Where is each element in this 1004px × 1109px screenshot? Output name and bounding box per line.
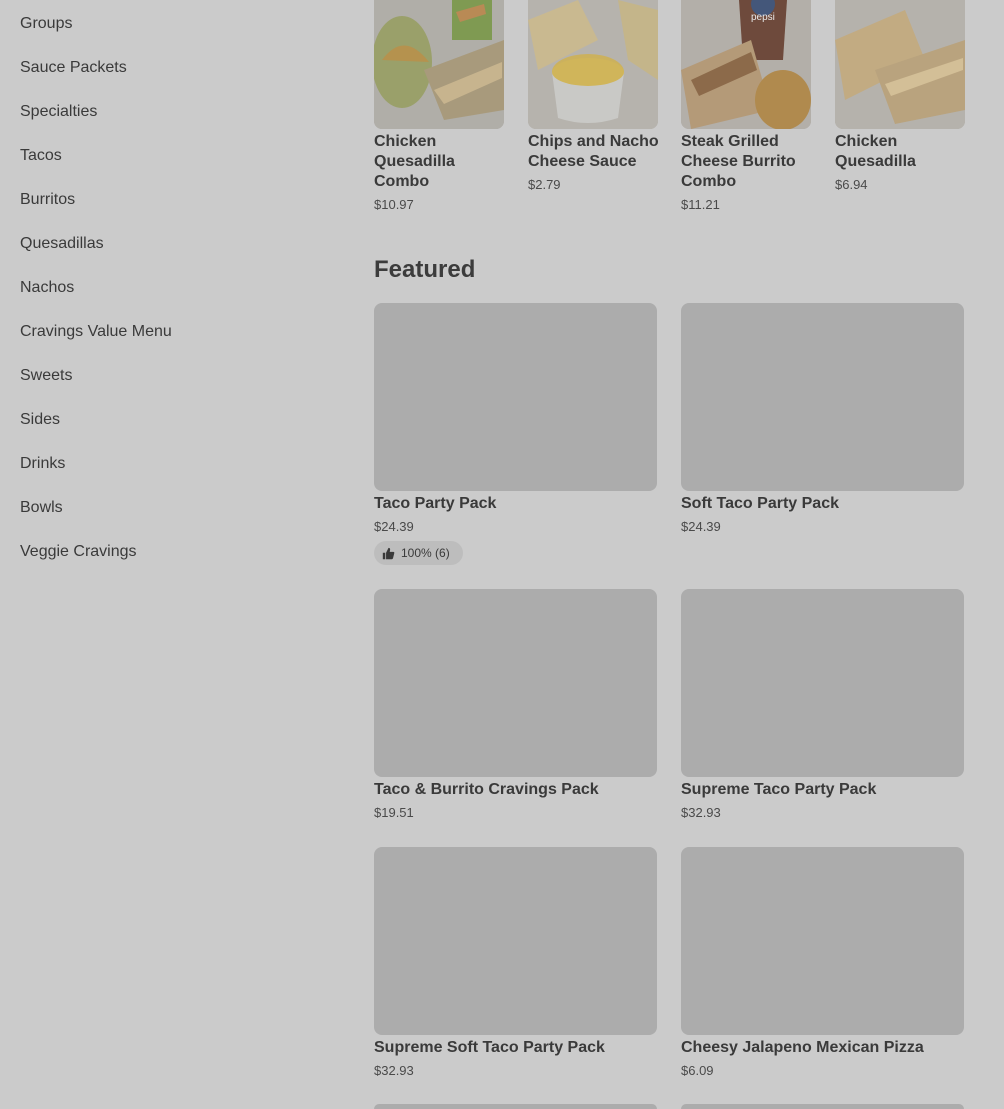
product-price: $24.39 (681, 519, 721, 534)
chicken-quesadilla-illustration (835, 0, 965, 129)
steak-burrito-combo-illustration: pepsi (681, 0, 811, 129)
product-image-placeholder[interactable] (374, 303, 657, 491)
product-name[interactable]: Cheesy Jalapeno Mexican Pizza (681, 1038, 924, 1058)
product-price: $6.09 (681, 1063, 714, 1078)
sidebar-item-bowls[interactable]: Bowls (20, 496, 63, 520)
rating-text: 100% (6) (401, 546, 450, 560)
sidebar-item-specialties[interactable]: Specialties (20, 100, 97, 124)
sidebar-item-tacos[interactable]: Tacos (20, 144, 62, 168)
sidebar-item-veggie-cravings[interactable]: Veggie Cravings (20, 540, 137, 564)
product-image-placeholder[interactable] (681, 847, 964, 1035)
product-name[interactable]: Supreme Taco Party Pack (681, 780, 876, 800)
carousel-item-name[interactable]: Chicken Quesadilla Combo (374, 132, 484, 192)
product-price: $19.51 (374, 805, 414, 820)
product-name[interactable]: Taco & Burrito Cravings Pack (374, 780, 599, 800)
product-name[interactable]: Supreme Soft Taco Party Pack (374, 1038, 605, 1058)
chicken-quesadilla-image[interactable] (835, 0, 965, 129)
product-image-placeholder[interactable] (681, 303, 964, 491)
product-name[interactable]: Soft Taco Party Pack (681, 494, 839, 514)
sidebar-item-drinks[interactable]: Drinks (20, 452, 65, 476)
sidebar-item-nachos[interactable]: Nachos (20, 276, 74, 300)
pepsi-cup-text: pepsi (751, 12, 775, 23)
featured-section-title: Featured (374, 256, 476, 283)
carousel-item-price: $6.94 (835, 177, 868, 192)
steak-burrito-combo-image[interactable]: pepsi (681, 0, 811, 129)
carousel-item-name[interactable]: Chicken Quesadilla (835, 132, 945, 172)
product-image-placeholder[interactable] (681, 589, 964, 777)
chips-nacho-cheese-image[interactable] (528, 0, 658, 129)
page: Groups Sauce Packets Specialties Tacos B… (0, 0, 1004, 1109)
sidebar-item-burritos[interactable]: Burritos (20, 188, 75, 212)
carousel-item-price: $2.79 (528, 177, 561, 192)
sidebar-item-sides[interactable]: Sides (20, 408, 60, 432)
product-image-placeholder[interactable] (374, 589, 657, 777)
product-price: $32.93 (374, 1063, 414, 1078)
carousel-item-name[interactable]: Steak Grilled Cheese Burrito Combo (681, 132, 811, 192)
thumbs-up-icon (382, 547, 395, 559)
carousel-item-price: $11.21 (681, 197, 720, 212)
sidebar-item-quesadillas[interactable]: Quesadillas (20, 232, 104, 256)
sidebar-item-sauce-packets[interactable]: Sauce Packets (20, 56, 127, 80)
product-price: $32.93 (681, 805, 721, 820)
chicken-quesadilla-combo-illustration (374, 0, 504, 129)
carousel-item-name[interactable]: Chips and Nacho Cheese Sauce (528, 132, 663, 172)
product-image-placeholder[interactable] (681, 1104, 964, 1109)
sidebar-item-cravings-value-menu[interactable]: Cravings Value Menu (20, 320, 172, 344)
sidebar-item-groups[interactable]: Groups (20, 12, 72, 36)
chips-nacho-cheese-illustration (528, 0, 658, 129)
product-name[interactable]: Taco Party Pack (374, 494, 496, 514)
product-image-placeholder[interactable] (374, 1104, 657, 1109)
sidebar-item-sweets[interactable]: Sweets (20, 364, 72, 388)
product-price: $24.39 (374, 519, 414, 534)
product-image-placeholder[interactable] (374, 847, 657, 1035)
carousel-item-price: $10.97 (374, 197, 414, 212)
chicken-quesadilla-combo-image[interactable] (374, 0, 504, 129)
rating-badge: 100% (6) (374, 541, 463, 565)
